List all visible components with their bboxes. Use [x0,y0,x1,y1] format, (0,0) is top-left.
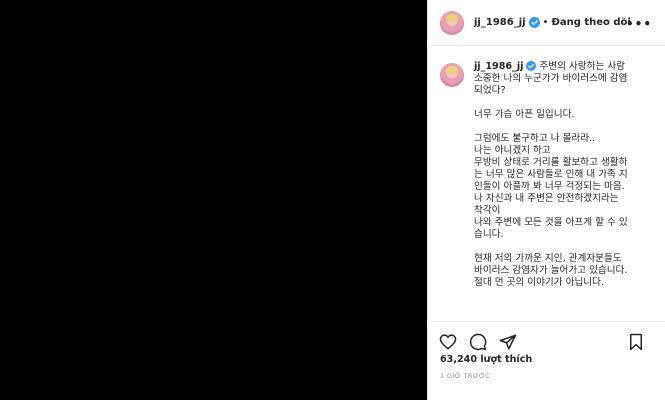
comments-area: jj_1986_jj 주변의 사랑하는 사람 소중한 나의 누군가가 바이러스에 … [428,47,665,321]
share-icon [499,334,517,349]
likes-count[interactable]: 63,240 lượt thích [440,354,532,365]
avatar[interactable] [440,63,464,87]
share-button[interactable] [498,332,518,352]
avatar[interactable] [440,10,464,35]
username-link[interactable]: jj_1986_jj [474,17,526,28]
post-media[interactable] [0,0,427,400]
post-header: jj_1986_jj • Đang theo dõi ••• [428,0,665,46]
verified-badge-icon [528,17,540,28]
following-button[interactable]: Đang theo dõi [551,17,630,28]
caption-paragraph: 그럼에도 불구하고 나 몰라라.. 나는 아니겠지 하고 무방비 상태로 거리를… [474,133,628,240]
separator-dot: • [542,17,549,28]
bookmark-icon [630,333,642,351]
more-options-icon[interactable]: ••• [626,17,652,31]
caption-paragraph: 현재 저의 가까운 지인, 관계자분들도 바이러스 감염자가 늘어가고 있습니다… [474,253,628,288]
heart-icon [439,334,457,350]
caption-paragraph: 너무 가슴 아픈 일입니다. [474,109,575,120]
comment-button[interactable] [468,332,488,352]
comment-icon [469,333,487,350]
post-side-panel: jj_1986_jj • Đang theo dõi ••• jj_1986_j… [427,0,665,400]
verified-badge-icon [526,61,537,71]
like-button[interactable] [438,332,458,352]
caption-text: jj_1986_jj 주변의 사랑하는 사람 소중한 나의 누군가가 바이러스에 … [474,61,656,289]
save-button[interactable] [626,332,646,352]
caption-username-link[interactable]: jj_1986_jj [474,61,523,72]
caption-comment: jj_1986_jj 주변의 사랑하는 사람 소중한 나의 누군가가 바이러스에 … [440,61,656,289]
post-timestamp[interactable]: 1 GIỜ TRƯỚC [440,372,490,380]
